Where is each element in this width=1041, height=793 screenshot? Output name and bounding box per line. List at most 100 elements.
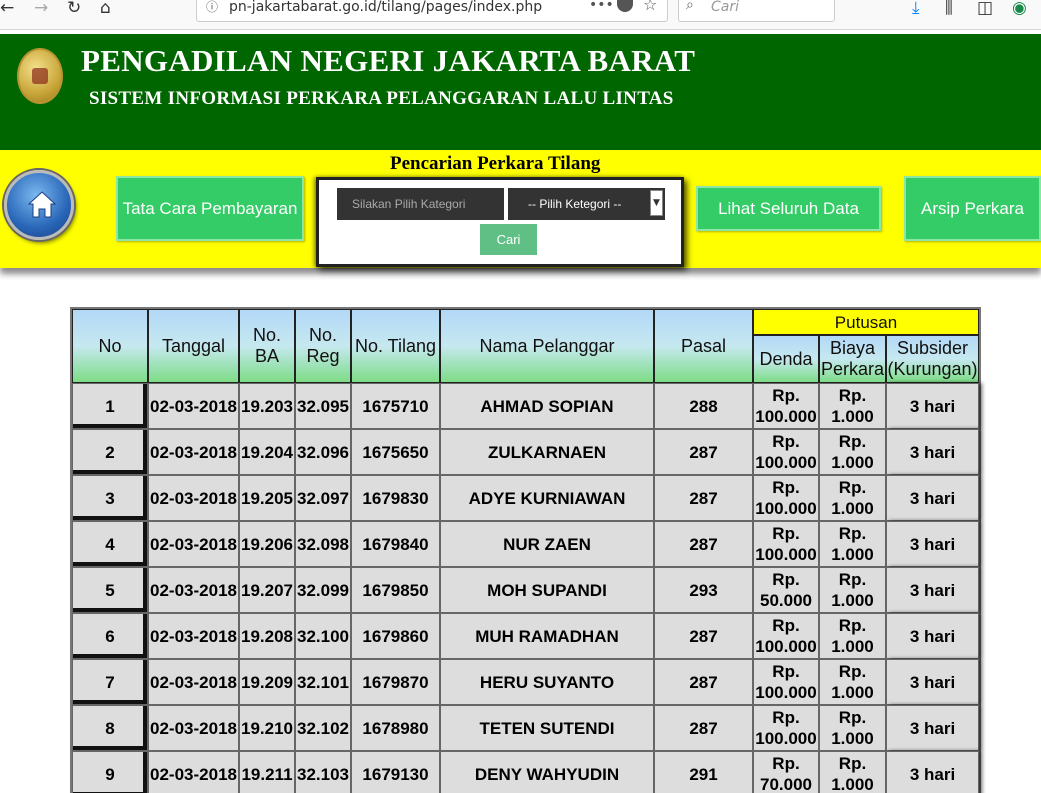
row-tanggal: 02-03-2018 (148, 429, 239, 475)
row-denda: Rp. 50.000 (753, 567, 819, 613)
library-icon[interactable]: ⫼ (945, 0, 953, 20)
header-denda: Denda (753, 335, 819, 383)
row-no-ba: 19.205 (239, 475, 295, 521)
table-body: 1 02-03-2018 19.203 32.095 1675710 AHMAD SOPI… (72, 383, 979, 793)
row-no: 9 (72, 751, 148, 793)
sidebar-icon[interactable]: ◫ (977, 0, 993, 20)
row-no-ba: 19.203 (239, 383, 295, 429)
reload-icon[interactable]: ↻ (67, 0, 81, 20)
header-nama-pelanggar: Nama Pelanggar (440, 309, 654, 383)
row-denda: Rp. 70.000 (753, 751, 819, 793)
table-row: 9 02-03-2018 19.211 32.103 1679130 DENY WAHYU… (72, 751, 979, 793)
table-row: 5 02-03-2018 19.207 32.099 1679850 MOH SUPAND… (72, 567, 979, 613)
header-putusan: Putusan (753, 309, 979, 335)
row-no-tilang: 1679840 (351, 521, 440, 567)
bookmark-star-icon[interactable]: ☆ (643, 0, 657, 14)
row-no: 7 (72, 659, 148, 705)
perkara-table: No Tanggal No. BA No. Reg No. Tilang Nam… (70, 307, 981, 793)
row-pasal: 287 (654, 659, 753, 705)
row-biaya-perkara: Rp. 1.000 (819, 659, 886, 705)
row-no-reg: 32.100 (295, 613, 351, 659)
row-no: 1 (72, 383, 148, 429)
home-button[interactable] (4, 170, 74, 240)
row-no: 4 (72, 521, 148, 567)
row-tanggal: 02-03-2018 (148, 751, 239, 793)
row-biaya-perkara: Rp. 1.000 (819, 383, 886, 429)
row-no-ba: 19.204 (239, 429, 295, 475)
dropdown-arrow-icon[interactable]: ▼ (650, 190, 663, 216)
row-pasal: 287 (654, 613, 753, 659)
forward-icon[interactable]: → (34, 0, 48, 20)
row-no-reg: 32.102 (295, 705, 351, 751)
lihat-seluruh-data-button[interactable]: Lihat Seluruh Data (696, 186, 881, 231)
cari-button[interactable]: Cari (480, 224, 537, 255)
row-denda: Rp. 100.000 (753, 521, 819, 567)
row-subsider: 3 hari (886, 567, 979, 613)
row-nama-pelanggar: ADYE KURNIAWAN (440, 475, 654, 521)
download-icon[interactable]: ⤓ (912, 0, 920, 20)
site-header: PENGADILAN NEGERI JAKARTA BARAT SISTEM I… (0, 34, 1041, 150)
row-no: 5 (72, 567, 148, 613)
row-no-reg: 32.099 (295, 567, 351, 613)
extension-icon[interactable]: ◉ (1012, 0, 1027, 20)
arsip-perkara-button[interactable]: Arsip Perkara (904, 176, 1041, 241)
row-no: 2 (72, 429, 148, 475)
site-subtitle: SISTEM INFORMASI PERKARA PELANGGARAN LAL… (89, 88, 674, 109)
row-nama-pelanggar: AHMAD SOPIAN (440, 383, 654, 429)
row-no-ba: 19.207 (239, 567, 295, 613)
site-info-icon[interactable]: ⓘ (206, 0, 218, 15)
row-biaya-perkara: Rp. 1.000 (819, 567, 886, 613)
browser-toolbar: ← → ↻ ⌂ ⓘ pn-jakartabarat.go.id/tilang/p… (0, 0, 1041, 30)
header-no: No (72, 309, 148, 383)
tata-cara-pembayaran-button[interactable]: Tata Cara Pembayaran (116, 176, 304, 241)
row-denda: Rp. 100.000 (753, 659, 819, 705)
category-select[interactable]: -- Pilih Ketegori -- ▼ (508, 188, 665, 220)
row-no: 6 (72, 613, 148, 659)
row-no-ba: 19.209 (239, 659, 295, 705)
row-pasal: 293 (654, 567, 753, 613)
row-subsider: 3 hari (886, 429, 979, 475)
row-subsider: 3 hari (886, 659, 979, 705)
table-row: 7 02-03-2018 19.209 32.101 1679870 HERU SUYAN… (72, 659, 979, 705)
logo-emblem (32, 68, 48, 84)
back-icon[interactable]: ← (0, 0, 14, 20)
browser-search-input[interactable]: ⌕ Cari (678, 0, 835, 22)
row-no-ba: 19.211 (239, 751, 295, 793)
row-no-ba: 19.206 (239, 521, 295, 567)
court-logo (17, 48, 63, 104)
row-no-tilang: 1679870 (351, 659, 440, 705)
row-pasal: 291 (654, 751, 753, 793)
row-no-tilang: 1678980 (351, 705, 440, 751)
row-pasal: 287 (654, 475, 753, 521)
row-no-tilang: 1679850 (351, 567, 440, 613)
row-nama-pelanggar: ZULKARNAEN (440, 429, 654, 475)
row-biaya-perkara: Rp. 1.000 (819, 475, 886, 521)
address-bar[interactable]: ⓘ pn-jakartabarat.go.id/tilang/pages/ind… (196, 0, 668, 22)
row-no-reg: 32.097 (295, 475, 351, 521)
row-denda: Rp. 100.000 (753, 429, 819, 475)
header-tanggal: Tanggal (148, 309, 239, 383)
table-row: 4 02-03-2018 19.206 32.098 1679840 NUR ZAEN 28… (72, 521, 979, 567)
row-tanggal: 02-03-2018 (148, 613, 239, 659)
row-denda: Rp. 100.000 (753, 613, 819, 659)
row-nama-pelanggar: TETEN SUTENDI (440, 705, 654, 751)
home-browser-icon[interactable]: ⌂ (100, 0, 111, 20)
row-subsider: 3 hari (886, 383, 979, 429)
row-no-reg: 32.103 (295, 751, 351, 793)
row-no-reg: 32.101 (295, 659, 351, 705)
header-no-ba: No. BA (239, 309, 295, 383)
search-panel: Silakan Pilih Kategori -- Pilih Ketegori… (316, 177, 684, 267)
search-icon: ⌕ (686, 0, 694, 13)
pocket-icon[interactable] (617, 0, 633, 12)
row-biaya-perkara: Rp. 1.000 (819, 613, 886, 659)
row-biaya-perkara: Rp. 1.000 (819, 429, 886, 475)
page-actions-icon[interactable]: ••• (589, 0, 614, 13)
row-biaya-perkara: Rp. 1.000 (819, 751, 886, 793)
row-no-ba: 19.208 (239, 613, 295, 659)
table-row: 3 02-03-2018 19.205 32.097 1679830 ADYE KURNI… (72, 475, 979, 521)
nav-bar: Tata Cara Pembayaran Pencarian Perkara T… (0, 150, 1041, 268)
row-subsider: 3 hari (886, 751, 979, 793)
row-no: 3 (72, 475, 148, 521)
row-tanggal: 02-03-2018 (148, 475, 239, 521)
row-no-reg: 32.096 (295, 429, 351, 475)
